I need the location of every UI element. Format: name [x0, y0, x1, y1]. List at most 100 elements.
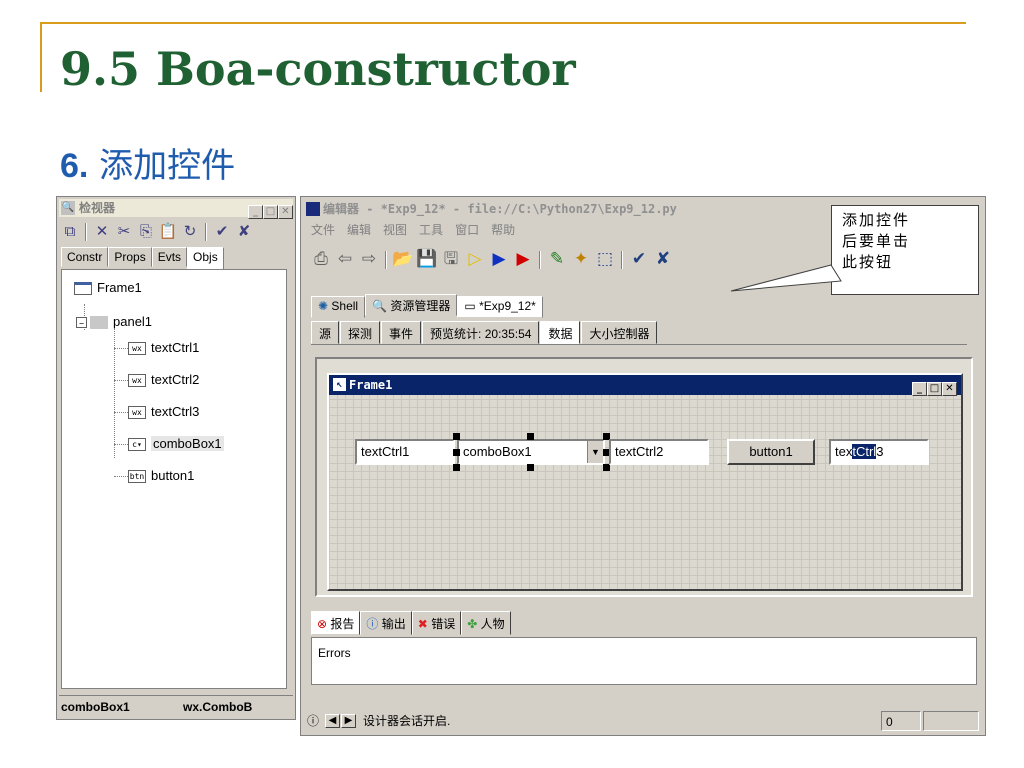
- cancel-icon[interactable]: ✘: [233, 221, 255, 241]
- panel-icon: [90, 316, 108, 330]
- inspector-tabs: Constr Props Evts Objs: [61, 247, 291, 270]
- tree-node-panel1[interactable]: − panel1: [76, 312, 152, 332]
- tree-node-combobox1[interactable]: c▾ comboBox1: [128, 434, 224, 454]
- sizer-handle[interactable]: [527, 433, 534, 440]
- inspector-statusbar: comboBox1 wx.ComboB: [59, 695, 293, 717]
- tree-node-button1[interactable]: btn button1: [128, 466, 194, 486]
- save-icon[interactable]: 💾: [415, 247, 439, 271]
- tab-events[interactable]: 事件: [381, 321, 422, 344]
- button1[interactable]: button1: [727, 439, 815, 465]
- paste-icon[interactable]: 📋: [157, 221, 179, 241]
- tab-props[interactable]: Props: [108, 247, 152, 267]
- sizer-handle[interactable]: [453, 433, 460, 440]
- status-extra: [923, 711, 979, 731]
- errors-label: Errors: [318, 646, 351, 660]
- back-icon[interactable]: ⇦: [333, 247, 357, 271]
- next-icon[interactable]: ▶: [341, 714, 356, 728]
- menu-edit[interactable]: 编辑: [347, 223, 371, 237]
- tree-line: [114, 380, 128, 381]
- textctrl-icon: wx: [128, 342, 146, 356]
- collapse-icon[interactable]: −: [76, 317, 87, 329]
- save-as-icon[interactable]: 🖫: [439, 247, 463, 271]
- selected-text: tCtrl: [852, 444, 877, 459]
- tree-node-frame1[interactable]: Frame1: [74, 278, 142, 298]
- menu-file[interactable]: 文件: [311, 223, 335, 237]
- close-icon[interactable]: ✕: [942, 382, 957, 396]
- combobox1-field[interactable]: comboBox1 ▼: [457, 439, 605, 465]
- tab-evts[interactable]: Evts: [151, 247, 188, 267]
- check-source-icon[interactable]: ✦: [569, 247, 593, 271]
- status-value: 0: [881, 711, 921, 731]
- debug-icon[interactable]: ▶: [487, 247, 511, 271]
- tab-errors[interactable]: ✖ 错误: [411, 611, 462, 635]
- maximize-icon[interactable]: □: [927, 382, 942, 396]
- prev-icon[interactable]: ◀: [325, 714, 340, 728]
- button-icon: btn: [128, 470, 146, 484]
- menu-window[interactable]: 窗口: [455, 223, 479, 237]
- post-icon[interactable]: ✔: [627, 247, 651, 271]
- menu-tools[interactable]: 工具: [419, 223, 443, 237]
- selector-icon[interactable]: ⬚: [593, 247, 617, 271]
- sizer-handle[interactable]: [453, 464, 460, 471]
- menu-help[interactable]: 帮助: [491, 223, 515, 237]
- open-icon[interactable]: 📂: [391, 247, 415, 271]
- refresh-icon[interactable]: ↻: [179, 221, 201, 241]
- check-icon[interactable]: ✔: [211, 221, 233, 241]
- editor-app-icon: [306, 202, 320, 216]
- tab-objs[interactable]: Objs: [187, 247, 224, 270]
- callout-pointer: [730, 264, 842, 292]
- subtitle-text: 添加控件: [88, 146, 236, 186]
- sizer-handle[interactable]: [527, 464, 534, 471]
- textctrl1-field[interactable]: textCtrl1: [355, 439, 455, 465]
- tree-node-textctrl1[interactable]: wx textCtrl1: [128, 338, 199, 358]
- forward-icon[interactable]: ⇨: [357, 247, 381, 271]
- cancel-icon[interactable]: ✘: [651, 247, 675, 271]
- textctrl3-field[interactable]: textCtrl3: [829, 439, 929, 465]
- status-info-icon: ⓘ: [307, 714, 320, 728]
- minimize-icon[interactable]: _: [912, 382, 927, 396]
- chevron-down-icon[interactable]: ▼: [587, 441, 603, 463]
- menu-view[interactable]: 视图: [383, 223, 407, 237]
- tab-data[interactable]: 数据: [540, 321, 581, 344]
- tab-people[interactable]: ✤ 人物: [461, 611, 511, 635]
- tree-line: [114, 412, 128, 413]
- tab-report[interactable]: ⊗ 报告: [311, 611, 361, 635]
- editor-title: 编辑器 - *Exp9_12* - file://C:\Python27\Exp…: [323, 202, 677, 216]
- inspector-titlebar: 🔍 检视器 _ □ ✕: [59, 199, 293, 219]
- tree-line: [114, 324, 115, 458]
- sizer-handle[interactable]: [603, 464, 610, 471]
- tab-exp9-12[interactable]: ▭ *Exp9_12*: [457, 296, 543, 318]
- close-icon[interactable]: ✕: [278, 205, 293, 219]
- maximize-icon[interactable]: □: [263, 205, 278, 219]
- textctrl2-field[interactable]: textCtrl2: [609, 439, 709, 465]
- tab-output[interactable]: ⓘ 输出: [360, 611, 412, 635]
- title-rule-left: [40, 22, 42, 92]
- combobox-icon: c▾: [128, 438, 146, 452]
- tree-node-textctrl2[interactable]: wx textCtrl2: [128, 370, 199, 390]
- tab-sizers[interactable]: 大小控制器: [581, 321, 658, 344]
- tree-line: [114, 476, 128, 477]
- combobox1-value: comboBox1: [463, 444, 532, 459]
- slide-subtitle: 6. 添加控件: [60, 138, 235, 187]
- tab-shell[interactable]: ✺ Shell: [311, 296, 366, 318]
- minimize-icon[interactable]: _: [248, 205, 263, 219]
- inspector-icon[interactable]: ⧉: [59, 221, 81, 241]
- run-icon[interactable]: ▷: [463, 247, 487, 271]
- palette-icon[interactable]: ⎙: [309, 247, 333, 271]
- close-x-icon[interactable]: ✕: [91, 221, 113, 241]
- tab-explore[interactable]: 探测: [340, 321, 381, 344]
- frame1-window[interactable]: ↖ Frame1 _ □ ✕ textCtrl1 comboBox1 ▼ textC…: [327, 373, 963, 591]
- sizer-handle[interactable]: [453, 449, 460, 456]
- tab-source[interactable]: 源: [311, 321, 340, 344]
- tab-explorer[interactable]: 🔍 资源管理器: [365, 294, 458, 316]
- tab-constr[interactable]: Constr: [61, 247, 109, 267]
- profile-icon[interactable]: ✎: [545, 247, 569, 271]
- inspector-app-icon: 🔍: [61, 201, 75, 215]
- copy-icon[interactable]: ⎘: [135, 221, 157, 241]
- textctrl-icon: wx: [128, 406, 146, 420]
- tab-preview-stats[interactable]: 预览统计: 20:35:54: [422, 321, 540, 344]
- cut-icon[interactable]: ✂: [113, 221, 135, 241]
- textctrl-icon: wx: [128, 374, 146, 388]
- tree-node-textctrl3[interactable]: wx textCtrl3: [128, 402, 199, 422]
- run-app-icon[interactable]: ▶: [511, 247, 535, 271]
